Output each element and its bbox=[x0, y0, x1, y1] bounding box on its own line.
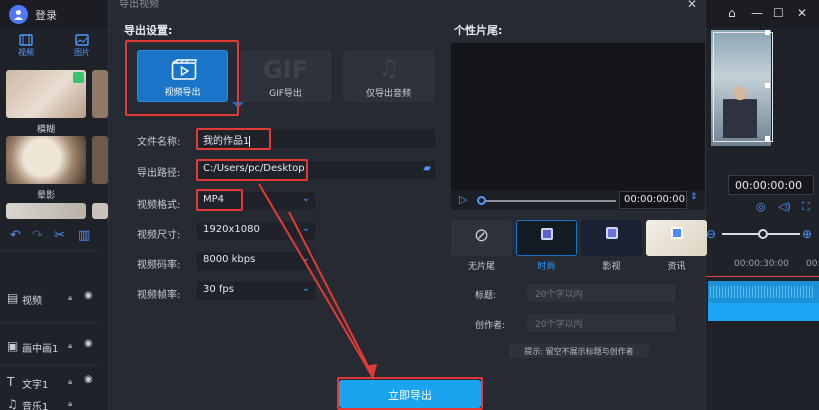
news-ending-icon bbox=[646, 227, 707, 242]
arrow-line bbox=[258, 183, 372, 375]
ending-preview-title: 个性片尾: bbox=[454, 24, 503, 37]
export-dialog: 导出视频 ✕ 导出设置: 视频导出 GIF GIF导出 ♫ 仅导出音频 文件名称… bbox=[108, 0, 707, 410]
timecode-display[interactable]: 00:00:00:00 bbox=[728, 175, 814, 195]
login-link[interactable]: 登录 bbox=[35, 7, 57, 23]
ending-news-label: 资讯 bbox=[667, 262, 686, 272]
play-icon[interactable]: ▷ bbox=[459, 193, 467, 206]
audio-waveform bbox=[710, 286, 815, 298]
audio-clip-2[interactable] bbox=[708, 303, 819, 321]
resize-handle[interactable] bbox=[765, 136, 770, 141]
ending-news-tile[interactable] bbox=[646, 220, 707, 256]
resize-handle[interactable] bbox=[765, 83, 770, 88]
track-video[interactable]: ▤ 视频 🔒︎ ◉ bbox=[0, 288, 108, 310]
ending-author-label: 创作者: bbox=[475, 321, 506, 331]
media-library-panel: 登录 视频 图片 模糊 晕影 ↶ ↷ ✂ ▥ ▤ 视频 🔒︎ ◉ ▣ 画中画1 … bbox=[0, 0, 108, 410]
ending-film-label: 影视 bbox=[602, 262, 621, 272]
lock-icon[interactable]: 🔒︎ bbox=[68, 399, 72, 409]
no-ending-icon: ⊘ bbox=[473, 225, 490, 246]
preview-seek-knob[interactable] bbox=[477, 196, 486, 205]
media-label-vignette: 晕影 bbox=[36, 191, 55, 201]
media-label-blur: 模糊 bbox=[36, 125, 55, 135]
app-logo-icon bbox=[9, 5, 28, 24]
preview-panel: ⌂ — ☐ ✕ 00:00:00:00 ◎ ◁) ⛶ ⊖ ⊕ 00:00:30:… bbox=[706, 0, 819, 410]
delete-icon[interactable]: ▥ bbox=[78, 228, 90, 243]
tab-video-label: 视频 bbox=[18, 48, 34, 57]
eye-icon[interactable]: ◉ bbox=[84, 374, 93, 385]
cut-icon[interactable]: ✂ bbox=[54, 228, 65, 243]
fullscreen-icon[interactable]: ⛶ bbox=[802, 200, 810, 214]
ending-film-tile[interactable] bbox=[581, 220, 642, 256]
selection-frame[interactable] bbox=[713, 32, 773, 142]
media-thumb-3[interactable] bbox=[6, 203, 86, 219]
track-music-label: 音乐1 bbox=[22, 402, 49, 410]
ruler-label: 00:00:30:00 bbox=[734, 259, 789, 269]
track-text-label: 文字1 bbox=[22, 380, 49, 391]
text-track-icon: T bbox=[7, 375, 15, 389]
media-thumb-partial[interactable] bbox=[92, 70, 108, 118]
track-music[interactable]: ♫ 音乐1 🔒︎ bbox=[0, 394, 108, 410]
lock-icon[interactable]: 🔒︎ bbox=[68, 377, 72, 387]
track-pip-label: 画中画1 bbox=[22, 344, 59, 355]
pip-track-icon: ▣ bbox=[7, 339, 19, 353]
ending-none-tile[interactable]: ⊘ bbox=[451, 220, 512, 256]
minimize-icon[interactable]: — bbox=[751, 6, 763, 20]
tab-video[interactable]: 视频 bbox=[6, 32, 46, 58]
media-tabs: 视频 图片 bbox=[0, 32, 108, 62]
lock-icon[interactable]: 🔒︎ bbox=[68, 341, 72, 351]
media-thumb-vignette[interactable] bbox=[6, 136, 86, 184]
zoom-in-icon[interactable]: ⊕ bbox=[802, 227, 812, 241]
track-video-label: 视频 bbox=[22, 296, 42, 307]
ending-none-label: 无片尾 bbox=[467, 262, 495, 272]
divider bbox=[0, 250, 100, 251]
divider bbox=[0, 365, 100, 366]
image-icon bbox=[75, 34, 89, 46]
added-badge-icon bbox=[73, 72, 84, 83]
playhead-line bbox=[706, 276, 819, 277]
ending-fashion-label: 时尚 bbox=[537, 262, 556, 272]
ending-preview-screen[interactable] bbox=[451, 43, 705, 190]
undo-icon[interactable]: ↶ bbox=[10, 228, 21, 243]
close-icon[interactable]: ✕ bbox=[797, 6, 807, 20]
resize-handle[interactable] bbox=[765, 30, 770, 35]
tab-image-label: 图片 bbox=[74, 48, 90, 57]
tab-image[interactable]: 图片 bbox=[62, 32, 102, 58]
zoom-out-icon[interactable]: ⊖ bbox=[706, 227, 716, 241]
film-icon bbox=[19, 34, 33, 46]
arrow-line bbox=[288, 211, 374, 377]
maximize-icon[interactable]: ☐ bbox=[773, 6, 784, 20]
window-controls: ⌂ — ☐ ✕ bbox=[706, 0, 819, 28]
track-text[interactable]: T 文字1 🔒︎ ◉ bbox=[0, 372, 108, 394]
ruler-label: 00: bbox=[806, 259, 819, 269]
home-icon[interactable]: ⌂ bbox=[728, 6, 736, 20]
volume-icon[interactable]: ◁) bbox=[778, 200, 791, 213]
fashion-ending-icon bbox=[517, 228, 576, 243]
video-track-icon: ▤ bbox=[7, 291, 19, 305]
eye-icon[interactable]: ◉ bbox=[84, 290, 93, 301]
ending-author-input[interactable]: 20个字以内 bbox=[527, 314, 675, 332]
eye-icon[interactable]: ◉ bbox=[84, 338, 93, 349]
snapshot-icon[interactable]: ◎ bbox=[756, 200, 766, 213]
preview-seek-bar[interactable] bbox=[481, 200, 616, 202]
ending-title-input[interactable]: 20个字以内 bbox=[527, 284, 675, 302]
ending-fashion-tile[interactable] bbox=[516, 220, 577, 256]
ending-tip: 提示: 留空不展示标题与创作者 bbox=[509, 344, 649, 358]
music-track-icon: ♫ bbox=[7, 397, 18, 410]
track-pip[interactable]: ▣ 画中画1 🔒︎ ◉ bbox=[0, 336, 108, 358]
ending-title-label: 标题: bbox=[475, 291, 497, 301]
media-thumb-partial-3[interactable] bbox=[92, 203, 108, 219]
timeline-toolbar: ↶ ↷ ✂ ▥ bbox=[0, 225, 108, 245]
media-thumb-partial-2[interactable] bbox=[92, 136, 108, 184]
film-ending-icon bbox=[581, 227, 642, 242]
zoom-slider-knob[interactable] bbox=[758, 229, 768, 239]
timecode-stepper-icon[interactable]: ⇕ bbox=[690, 192, 698, 202]
redo-icon[interactable]: ↷ bbox=[32, 228, 43, 243]
divider bbox=[0, 322, 100, 323]
arrow-head-icon bbox=[365, 364, 377, 380]
top-bar: 登录 bbox=[0, 0, 108, 28]
preview-timecode[interactable]: 00:00:00:00 bbox=[619, 191, 687, 209]
lock-icon[interactable]: 🔒︎ bbox=[68, 293, 72, 303]
